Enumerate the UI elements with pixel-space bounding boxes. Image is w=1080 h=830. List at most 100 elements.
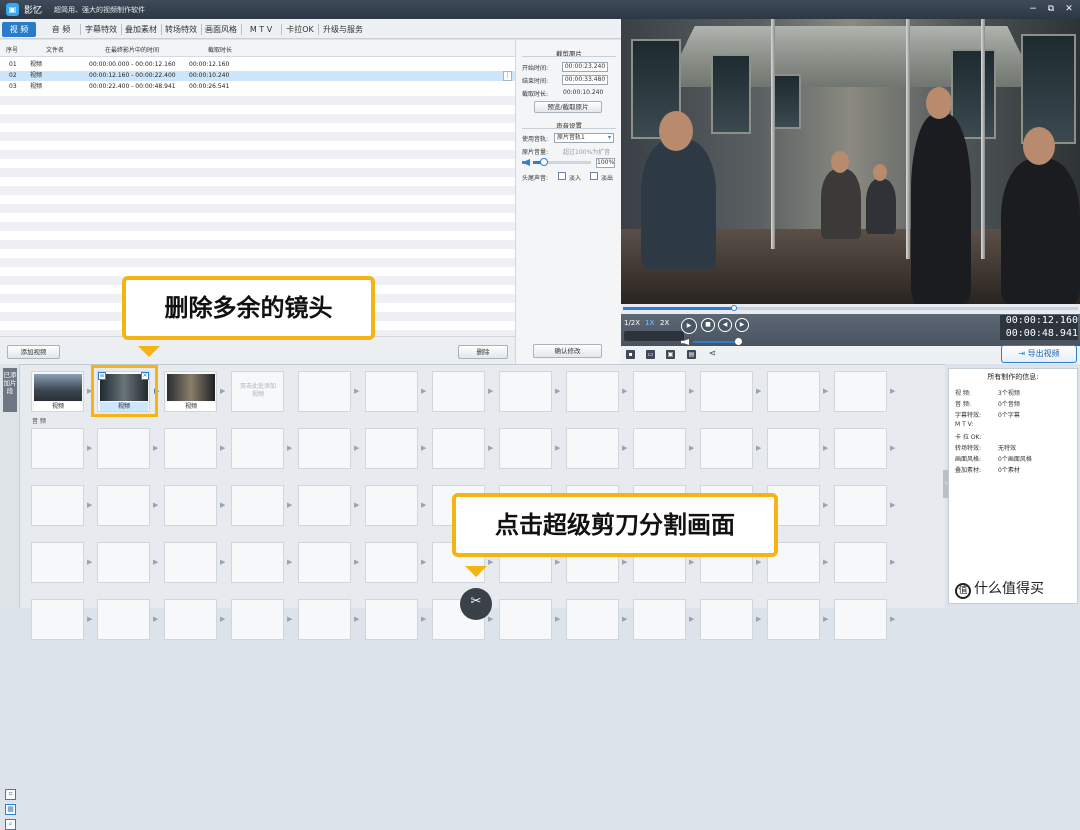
transition-icon[interactable]: ▶	[87, 444, 94, 453]
empty-clip-slot[interactable]	[566, 428, 619, 469]
empty-clip-slot[interactable]	[700, 428, 753, 469]
empty-clip-slot[interactable]	[633, 371, 686, 412]
empty-clip-slot[interactable]	[31, 485, 84, 526]
transition-icon[interactable]: ▶	[689, 444, 696, 453]
row-menu-icon[interactable]: ⋮	[503, 71, 512, 81]
confirm-button[interactable]: 确认修改	[533, 344, 602, 358]
save-icon[interactable]: ▣	[666, 350, 675, 359]
transition-icon[interactable]: ▶	[287, 444, 294, 453]
empty-clip-slot[interactable]	[633, 599, 686, 640]
seek-handle[interactable]	[731, 305, 738, 311]
added-clips-tab[interactable]: 已添加片段	[3, 368, 17, 412]
empty-clip-slot[interactable]	[298, 599, 351, 640]
empty-clip-slot[interactable]	[700, 371, 753, 412]
empty-clip-slot[interactable]	[164, 485, 217, 526]
share-icon[interactable]: ⋖	[708, 350, 717, 359]
play-icon[interactable]: ▶	[681, 318, 697, 334]
scissors-icon[interactable]: ✂	[460, 588, 492, 620]
empty-clip-slot[interactable]	[834, 371, 887, 412]
transition-icon[interactable]: ▶	[87, 558, 94, 567]
transition-icon[interactable]: ▶	[890, 558, 897, 567]
volume-field[interactable]: 100%	[596, 158, 615, 168]
transition-icon[interactable]: ▶	[823, 387, 830, 396]
transition-icon[interactable]: ▶	[421, 387, 428, 396]
empty-clip-slot[interactable]	[365, 485, 418, 526]
empty-clip-slot[interactable]	[31, 428, 84, 469]
tab-transition[interactable]: 转场特效	[162, 22, 200, 37]
transition-icon[interactable]: ▶	[220, 501, 227, 510]
empty-clip-slot[interactable]	[298, 542, 351, 583]
fade-in-checkbox[interactable]	[558, 172, 566, 180]
transition-icon[interactable]: ▶	[823, 615, 830, 624]
empty-clip-slot[interactable]	[298, 371, 351, 412]
add-clip-placeholder[interactable]: 双击此处添加视频	[231, 371, 284, 412]
empty-clip-slot[interactable]	[432, 371, 485, 412]
transition-icon[interactable]: ▶	[555, 615, 562, 624]
empty-clip-slot[interactable]	[31, 542, 84, 583]
transition-icon[interactable]: ▶	[354, 615, 361, 624]
player-volume-slider[interactable]	[693, 341, 739, 343]
transition-icon[interactable]: ▶	[622, 444, 629, 453]
speed-slider[interactable]	[624, 331, 684, 341]
end-time-field[interactable]: 00:00:33.480	[562, 75, 608, 85]
next-frame-icon[interactable]: ▶	[735, 318, 749, 332]
transition-icon[interactable]: ▶	[153, 501, 160, 510]
empty-clip-slot[interactable]	[767, 371, 820, 412]
transition-icon[interactable]: ▶	[890, 387, 897, 396]
tab-overlay[interactable]: 叠加素材	[122, 22, 160, 37]
transition-icon[interactable]: ▶	[555, 558, 562, 567]
transition-icon[interactable]: ▶	[287, 558, 294, 567]
transition-icon[interactable]: ▶	[488, 444, 495, 453]
prev-frame-icon[interactable]: ◀	[718, 318, 732, 332]
restore-icon[interactable]: ⧉	[1043, 2, 1059, 17]
tab-subtitle[interactable]: 字幕特效	[82, 22, 120, 37]
transition-icon[interactable]: ▶	[756, 558, 763, 567]
tab-upgrade[interactable]: 升级与服务	[320, 22, 366, 37]
empty-clip-slot[interactable]	[97, 599, 150, 640]
transition-icon[interactable]: ▶	[421, 558, 428, 567]
transition-icon[interactable]: ▶	[823, 558, 830, 567]
speed-double[interactable]: 2X	[660, 319, 669, 327]
seek-bar[interactable]	[621, 304, 1080, 314]
transition-icon[interactable]: ▶	[354, 444, 361, 453]
export-video-button[interactable]: ⇥ 导出视频	[1001, 345, 1077, 363]
volume-slider-handle[interactable]	[540, 158, 548, 166]
transition-icon[interactable]: ▶	[287, 501, 294, 510]
transition-icon[interactable]: ▶	[354, 501, 361, 510]
transition-icon[interactable]: ▶	[622, 615, 629, 624]
fade-out-checkbox[interactable]	[590, 172, 598, 180]
speed-half[interactable]: 1/2X	[624, 319, 640, 327]
transition-icon[interactable]: ▶	[87, 615, 94, 624]
stop-icon[interactable]: ■	[701, 318, 715, 332]
crop-icon[interactable]: ⌗	[5, 789, 16, 800]
tab-karaoke[interactable]: 卡拉OK	[283, 22, 317, 37]
transition-icon[interactable]: ▶	[622, 558, 629, 567]
transition-icon[interactable]: ▶	[87, 501, 94, 510]
empty-clip-slot[interactable]	[767, 428, 820, 469]
transition-icon[interactable]: ▶	[153, 615, 160, 624]
transition-icon[interactable]: ▶	[421, 501, 428, 510]
volume-icon[interactable]	[522, 159, 530, 166]
empty-clip-slot[interactable]	[834, 428, 887, 469]
empty-clip-slot[interactable]	[231, 485, 284, 526]
empty-clip-slot[interactable]	[231, 599, 284, 640]
track-select[interactable]: 原片音轨1 ▾	[554, 133, 614, 143]
transition-icon[interactable]: ▶	[153, 558, 160, 567]
transition-icon[interactable]: ▶	[488, 615, 495, 624]
empty-clip-slot[interactable]	[97, 542, 150, 583]
add-video-button[interactable]: 添加视频	[7, 345, 60, 359]
transition-icon[interactable]: ▶	[756, 387, 763, 396]
transition-icon[interactable]: ▶	[555, 387, 562, 396]
save-as-icon[interactable]: ▤	[687, 350, 696, 359]
empty-clip-slot[interactable]	[432, 428, 485, 469]
tab-style[interactable]: 画面风格	[202, 22, 240, 37]
empty-clip-slot[interactable]	[97, 485, 150, 526]
table-row[interactable]: 03 视频 00:00:22.400 - 00:00:48.941 00:00:…	[0, 82, 515, 92]
transition-icon[interactable]: ▶	[354, 558, 361, 567]
timeline-clip-1[interactable]: 视频	[31, 371, 84, 412]
minimize-icon[interactable]: −	[1025, 2, 1041, 17]
transition-icon[interactable]: ▶	[220, 387, 227, 396]
transition-icon[interactable]: ▶	[689, 387, 696, 396]
image-icon[interactable]: ▦	[5, 804, 16, 815]
empty-clip-slot[interactable]	[298, 428, 351, 469]
